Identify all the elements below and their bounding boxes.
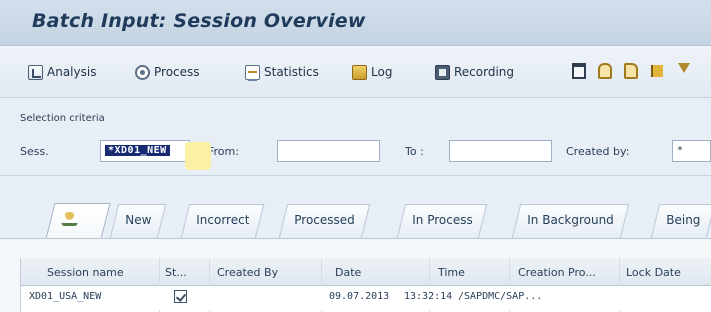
recording-icon — [435, 64, 450, 80]
to-label: To : — [405, 145, 424, 158]
column-header-time[interactable]: Time — [438, 266, 465, 279]
cell-time: 13:32:14 — [404, 291, 453, 302]
analysis-icon — [28, 64, 43, 80]
tab-incorrect[interactable]: Incorrect — [180, 204, 265, 238]
recording-button[interactable]: Recording — [433, 61, 516, 83]
session-label: Sess. — [20, 145, 49, 158]
lock-icon[interactable] — [598, 63, 612, 79]
session-table: Session name St... Created By Date Time … — [20, 258, 711, 312]
statistics-icon — [245, 64, 260, 81]
selection-criteria: Selection criteria Sess. *XD01_NEW From:… — [0, 98, 711, 176]
trash-icon[interactable] — [572, 63, 586, 79]
to-date-field[interactable] — [449, 140, 552, 162]
log-icon — [352, 64, 367, 80]
created-by-label: Created by: — [566, 145, 630, 158]
analysis-button[interactable]: Analysis — [26, 61, 98, 83]
table-header: Session name St... Created By Date Time … — [21, 258, 711, 286]
window-title: Batch Input: Session Overview — [32, 10, 366, 32]
tab-baseline — [0, 238, 711, 246]
status-check-icon — [174, 290, 187, 303]
tab-label: Being — [666, 213, 701, 227]
input-help-highlight — [185, 142, 211, 170]
from-label: From: — [208, 145, 239, 158]
column-header-status[interactable]: St... — [165, 266, 187, 279]
tab-label: Incorrect — [196, 213, 250, 227]
tab-label: New — [125, 213, 152, 227]
log-button[interactable]: Log — [350, 61, 394, 83]
column-header-created-by[interactable]: Created By — [217, 266, 278, 279]
created-by-field[interactable]: * — [672, 140, 711, 162]
tab-in-process[interactable]: In Process — [396, 204, 488, 238]
unlock-icon[interactable] — [624, 63, 638, 79]
tab-new[interactable]: New — [109, 204, 167, 238]
tab-in-background[interactable]: In Background — [511, 204, 629, 238]
session-table-area: Session name St... Created By Date Time … — [0, 246, 711, 312]
column-header-creation-program[interactable]: Creation Pro... — [518, 266, 596, 279]
selection-heading: Selection criteria — [20, 113, 105, 124]
log-label: Log — [371, 65, 393, 79]
title-bar: Batch Input: Session Overview — [0, 0, 711, 46]
flag-icon[interactable] — [651, 65, 665, 77]
column-header-date[interactable]: Date — [335, 266, 361, 279]
session-input[interactable]: *XD01_NEW — [100, 140, 190, 162]
process-icon — [135, 64, 150, 80]
tab-label: In Background — [527, 213, 614, 227]
column-header-session-name[interactable]: Session name — [47, 266, 124, 279]
analysis-label: Analysis — [47, 65, 97, 79]
statistics-button[interactable]: Statistics — [243, 61, 321, 83]
recording-label: Recording — [454, 65, 515, 79]
cell-creation-program: /SAPDMC/SAP... — [458, 291, 543, 302]
cell-date: 09.07.2013 — [329, 291, 390, 302]
from-date-field[interactable] — [277, 140, 380, 162]
table-row[interactable]: XD01_USA_NEW 09.07.2013 13:32:14 /SAPDMC… — [21, 286, 711, 310]
tab-being[interactable]: Being — [650, 204, 711, 238]
tab-label: In Process — [412, 213, 473, 227]
process-button[interactable]: Process — [133, 61, 202, 83]
statistics-label: Statistics — [264, 65, 319, 79]
tab-strip: New Incorrect Processed In Process In Ba… — [0, 176, 711, 246]
session-value: *XD01_NEW — [105, 145, 170, 156]
column-header-lock-date[interactable]: Lock Date — [626, 266, 681, 279]
tab-label: Processed — [294, 213, 355, 227]
all-sessions-icon — [61, 212, 78, 226]
filter-icon[interactable] — [678, 63, 690, 77]
process-label: Process — [154, 65, 200, 79]
tab-processed[interactable]: Processed — [278, 204, 370, 238]
application-toolbar: Analysis Process Statistics Log Recordin… — [0, 46, 711, 98]
cell-session-name: XD01_USA_NEW — [29, 291, 102, 302]
tab-all[interactable] — [45, 203, 111, 239]
